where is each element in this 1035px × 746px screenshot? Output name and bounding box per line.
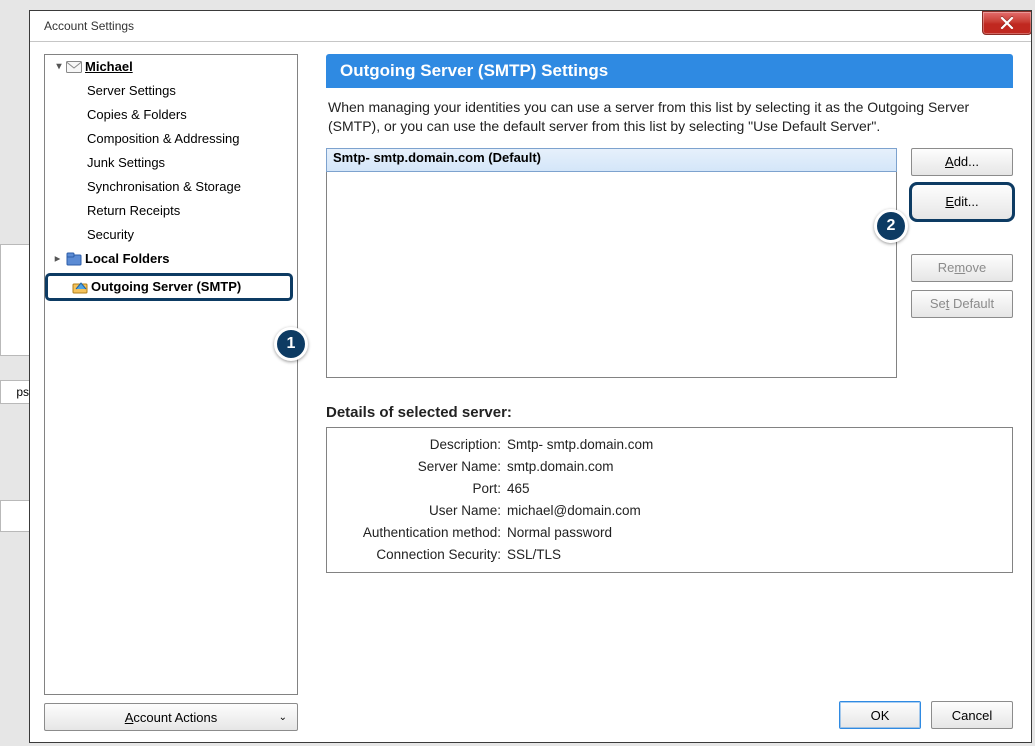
titlebar: Account Settings [30,11,1031,42]
tree-smtp-label: Outgoing Server (SMTP) [91,275,241,299]
tree-item-sync-storage[interactable]: Synchronisation & Storage [45,175,297,199]
detail-row-description: Description:Smtp- smtp.domain.com [337,434,1002,456]
account-actions-button[interactable]: Account Actions ⌄ [44,703,298,731]
tree-account-michael[interactable]: ▾ Michael [45,55,297,79]
sidebar: ▾ Michael Server Settings Copies & Folde… [30,42,308,743]
panel-title: Outgoing Server (SMTP) Settings [326,54,1013,88]
tree-item-server-settings[interactable]: Server Settings [45,79,297,103]
detail-row-connsecurity: Connection Security:SSL/TLS [337,544,1002,566]
mail-account-icon [65,59,83,75]
detail-row-servername: Server Name:smtp.domain.com [337,456,1002,478]
close-button[interactable] [982,11,1032,35]
main-panel: Outgoing Server (SMTP) Settings When man… [308,42,1031,743]
tree-item-security[interactable]: Security [45,223,297,247]
cancel-button[interactable]: Cancel [931,701,1013,729]
tree-item-junk[interactable]: Junk Settings [45,151,297,175]
chevron-down-icon: ⌄ [279,712,287,723]
smtp-server-list[interactable]: Smtp- smtp.domain.com (Default) [326,148,897,378]
tree-local-folders[interactable]: ▾ Local Folders [45,247,297,271]
tree-item-return-receipts[interactable]: Return Receipts [45,199,297,223]
details-heading: Details of selected server: [326,404,1013,421]
tree-local-folders-label: Local Folders [85,247,170,271]
tree-item-composition[interactable]: Composition & Addressing [45,127,297,151]
smtp-icon [71,279,89,295]
remove-button: Remove [911,254,1013,282]
chevron-down-icon: ▾ [53,55,65,79]
panel-description: When managing your identities you can us… [328,98,1011,136]
bg-fragment-text: ps [0,380,32,404]
details-box: Description:Smtp- smtp.domain.com Server… [326,427,1013,573]
account-settings-window: Account Settings ▾ Michael Server Settin… [29,10,1032,743]
tree-account-label: Michael [85,55,133,79]
detail-row-username: User Name:michael@domain.com [337,500,1002,522]
detail-row-port: Port:465 [337,478,1002,500]
annotation-badge-1: 1 [274,327,308,361]
dialog-footer: OK Cancel [326,683,1013,729]
add-button[interactable]: Add... [911,148,1013,176]
set-default-button: Set Default [911,290,1013,318]
smtp-server-entry[interactable]: Smtp- smtp.domain.com (Default) [326,148,897,172]
tree-outgoing-server-smtp[interactable]: Outgoing Server (SMTP) [45,273,293,301]
chevron-right-icon: ▾ [46,253,70,265]
close-icon [1000,17,1014,29]
account-tree: ▾ Michael Server Settings Copies & Folde… [44,54,298,695]
tree-item-copies-folders[interactable]: Copies & Folders [45,103,297,127]
detail-row-authmethod: Authentication method:Normal password [337,522,1002,544]
window-title: Account Settings [44,19,134,33]
edit-button[interactable]: Edit... [911,184,1013,220]
annotation-badge-2: 2 [874,209,908,243]
server-side-buttons: Add... Edit... Remove Set Default [911,148,1013,378]
ok-button[interactable]: OK [839,701,921,729]
